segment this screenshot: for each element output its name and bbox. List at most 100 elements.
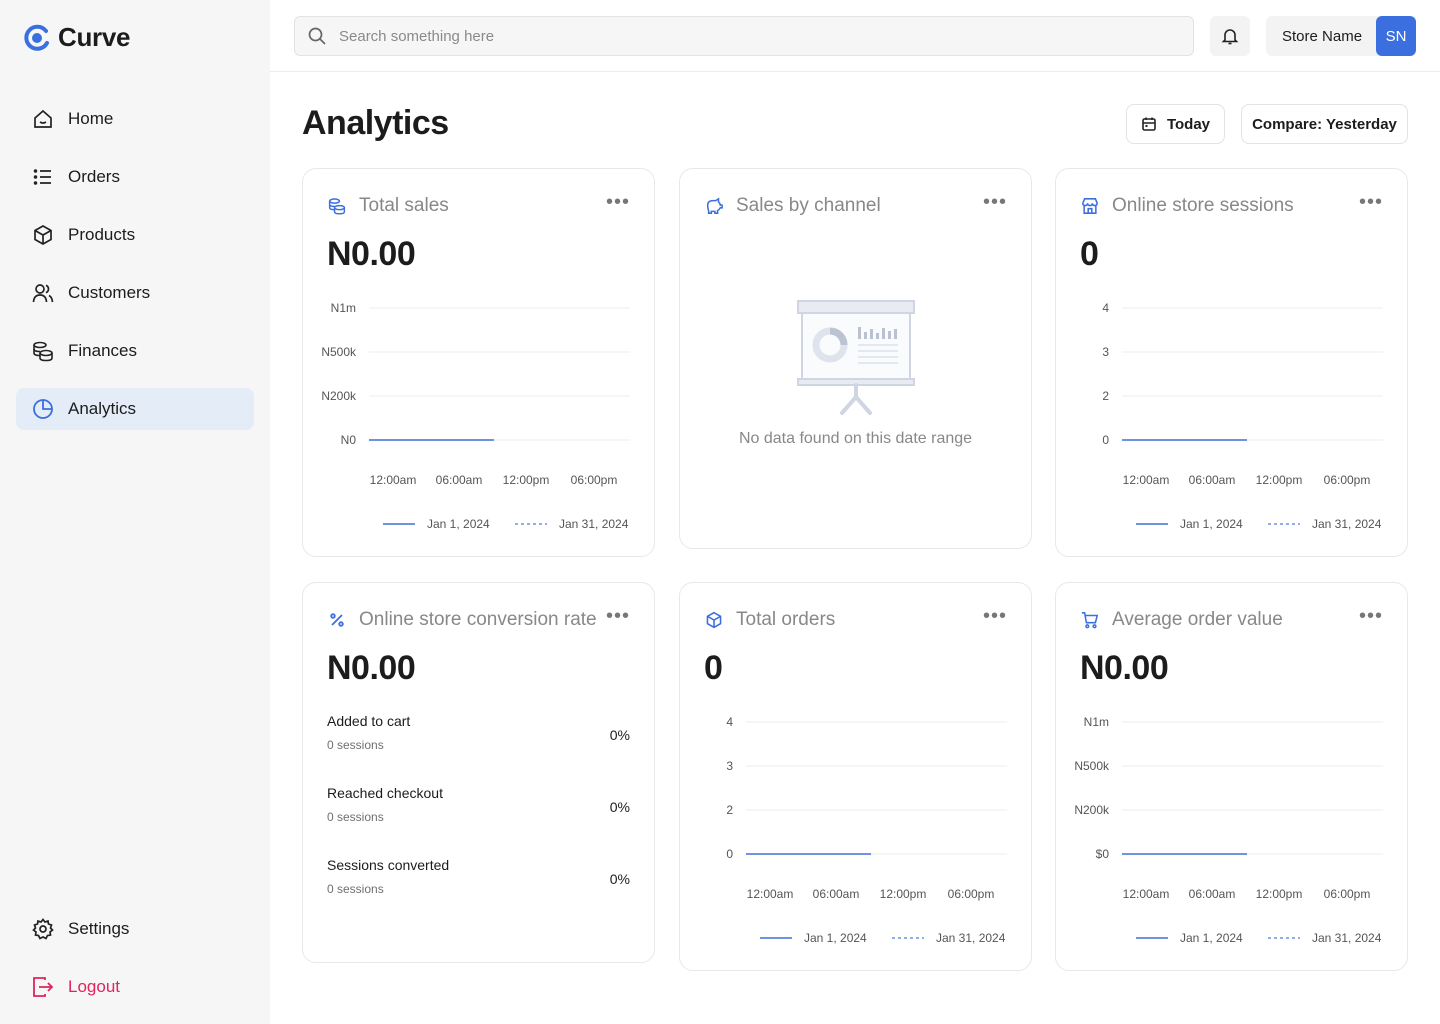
logout-icon [32, 976, 54, 998]
conversion-label: Sessions converted [327, 857, 450, 873]
y-tick-label: N1m [1084, 715, 1109, 729]
more-options-icon[interactable]: ••• [983, 606, 1007, 626]
x-tick-label: 06:00pm [1324, 473, 1371, 487]
notifications-button[interactable] [1210, 16, 1250, 56]
x-tick-label: 06:00pm [948, 887, 995, 901]
y-tick-label: 2 [726, 803, 733, 817]
card-total-orders: Total orders ••• 0 4 3 2 0 12:00am 06:00am 12:… [679, 582, 1032, 971]
y-tick-label: N200k [321, 389, 357, 403]
sidebar-item-finances[interactable]: Finances [16, 330, 254, 372]
search-icon [308, 27, 326, 45]
legend-label: Jan 31, 2024 [1312, 931, 1382, 945]
more-options-icon[interactable]: ••• [1359, 606, 1383, 626]
conversion-label: Added to cart [327, 713, 411, 729]
date-range-button[interactable]: Today [1126, 104, 1225, 144]
x-tick-label: 06:00am [813, 887, 860, 901]
y-tick-label: 2 [1102, 389, 1109, 403]
topbar: Store Name SN [270, 0, 1440, 72]
box-icon [32, 224, 54, 246]
empty-state-text: No data found on this date range [738, 430, 973, 447]
card-value: N0.00 [327, 649, 416, 687]
card-header: Total orders ••• [704, 606, 1007, 631]
conversion-sessions: 0 sessions [327, 810, 384, 824]
y-tick-label: N500k [1074, 759, 1110, 773]
page-title: Analytics [302, 104, 449, 142]
conversion-percent: 0% [609, 871, 630, 887]
card-header: Sales by channel ••• [704, 192, 1007, 217]
empty-state: No data found on this date range [680, 299, 1031, 448]
sidebar-item-products[interactable]: Products [16, 214, 254, 256]
more-options-icon[interactable]: ••• [1359, 192, 1383, 212]
bell-icon [1221, 29, 1239, 45]
legend-label: Jan 31, 2024 [559, 517, 629, 531]
sidebar-bottom: Settings Logout [16, 908, 254, 1024]
card-total-sales: Total sales ••• N0.00 N1m N500k N200k N0 12:… [302, 168, 655, 557]
avatar[interactable]: SN [1376, 16, 1416, 56]
app-name: Curve [58, 22, 131, 52]
sidebar-item-label: Products [68, 225, 136, 244]
card-header: Average order value ••• [1080, 606, 1383, 631]
sidebar: Curve Home Orders Products Customers Fin… [0, 0, 270, 1024]
search-bar[interactable] [294, 16, 1194, 56]
list-icon [32, 166, 54, 188]
conversion-sessions: 0 sessions [327, 882, 384, 896]
legend-label: Jan 1, 2024 [427, 517, 490, 531]
x-tick-label: 06:00pm [1324, 887, 1371, 901]
y-tick-label: N200k [1074, 803, 1110, 817]
users-icon [32, 282, 54, 304]
y-tick-label: 4 [726, 715, 733, 729]
y-tick-label: $0 [1096, 847, 1110, 861]
conversion-label: Reached checkout [327, 785, 443, 801]
sidebar-item-logout[interactable]: Logout [16, 966, 254, 1008]
line-chart: N1m N500k N200k N0 12:00am 06:00am 12:00pm 06:0… [321, 301, 630, 531]
compare-button[interactable]: Compare: Yesterday [1241, 104, 1408, 144]
sidebar-item-label: Customers [68, 283, 151, 302]
y-tick-label: N500k [321, 345, 357, 359]
search-input[interactable] [339, 27, 1139, 45]
x-tick-label: 06:00am [1189, 473, 1236, 487]
x-tick-label: 12:00am [370, 473, 417, 487]
home-icon [32, 108, 54, 130]
more-options-icon[interactable]: ••• [606, 606, 630, 626]
coins-icon [327, 196, 347, 216]
x-tick-label: 12:00pm [1256, 887, 1303, 901]
legend-label: Jan 31, 2024 [936, 931, 1006, 945]
card-title: Total orders [736, 609, 836, 630]
compare-label: Compare: Yesterday [1252, 115, 1397, 133]
conversion-percent: 0% [609, 799, 630, 815]
x-tick-label: 06:00am [436, 473, 483, 487]
sidebar-item-settings[interactable]: Settings [16, 908, 254, 950]
card-online-store-sessions: Online store sessions ••• 0 4 3 2 0 12:00am 0… [1055, 168, 1408, 557]
store-switcher[interactable]: Store Name SN [1266, 16, 1416, 56]
x-tick-label: 12:00am [747, 887, 794, 901]
card-average-order-value: Average order value ••• N0.00 N1m N500k N2… [1055, 582, 1408, 971]
legend-label: Jan 31, 2024 [1312, 517, 1382, 531]
legend-label: Jan 1, 2024 [1180, 931, 1243, 945]
card-header: Total sales ••• [327, 192, 630, 217]
sidebar-item-label: Logout [68, 977, 120, 996]
more-options-icon[interactable]: ••• [606, 192, 630, 212]
presentation-board-icon [796, 300, 915, 415]
card-value: N0.00 [327, 235, 416, 273]
card-title: Average order value [1112, 609, 1283, 630]
coins-icon [32, 340, 54, 362]
x-tick-label: 06:00pm [571, 473, 618, 487]
card-title: Online store conversion rate [359, 609, 597, 630]
card-sales-by-channel: Sales by channel ••• No data found on th… [679, 168, 1032, 549]
sidebar-item-home[interactable]: Home [16, 98, 254, 140]
conversion-row-sessions-converted: Sessions converted 0 sessions 0% [327, 857, 630, 901]
conversion-row-reached-checkout: Reached checkout 0 sessions 0% [327, 785, 630, 829]
y-tick-label: 0 [726, 847, 733, 861]
curve-logo-icon [24, 24, 49, 51]
sidebar-item-customers[interactable]: Customers [16, 272, 254, 314]
store-name: Store Name [1282, 27, 1363, 45]
sidebar-item-orders[interactable]: Orders [16, 156, 254, 198]
sidebar-item-analytics[interactable]: Analytics [16, 388, 254, 430]
more-options-icon[interactable]: ••• [983, 192, 1007, 212]
store-icon [1080, 196, 1100, 216]
card-title: Online store sessions [1112, 195, 1294, 216]
sidebar-item-label: Analytics [68, 399, 137, 418]
card-value: N0.00 [1080, 649, 1169, 687]
conversion-sessions: 0 sessions [327, 738, 384, 752]
app-logo[interactable]: Curve [22, 22, 131, 53]
